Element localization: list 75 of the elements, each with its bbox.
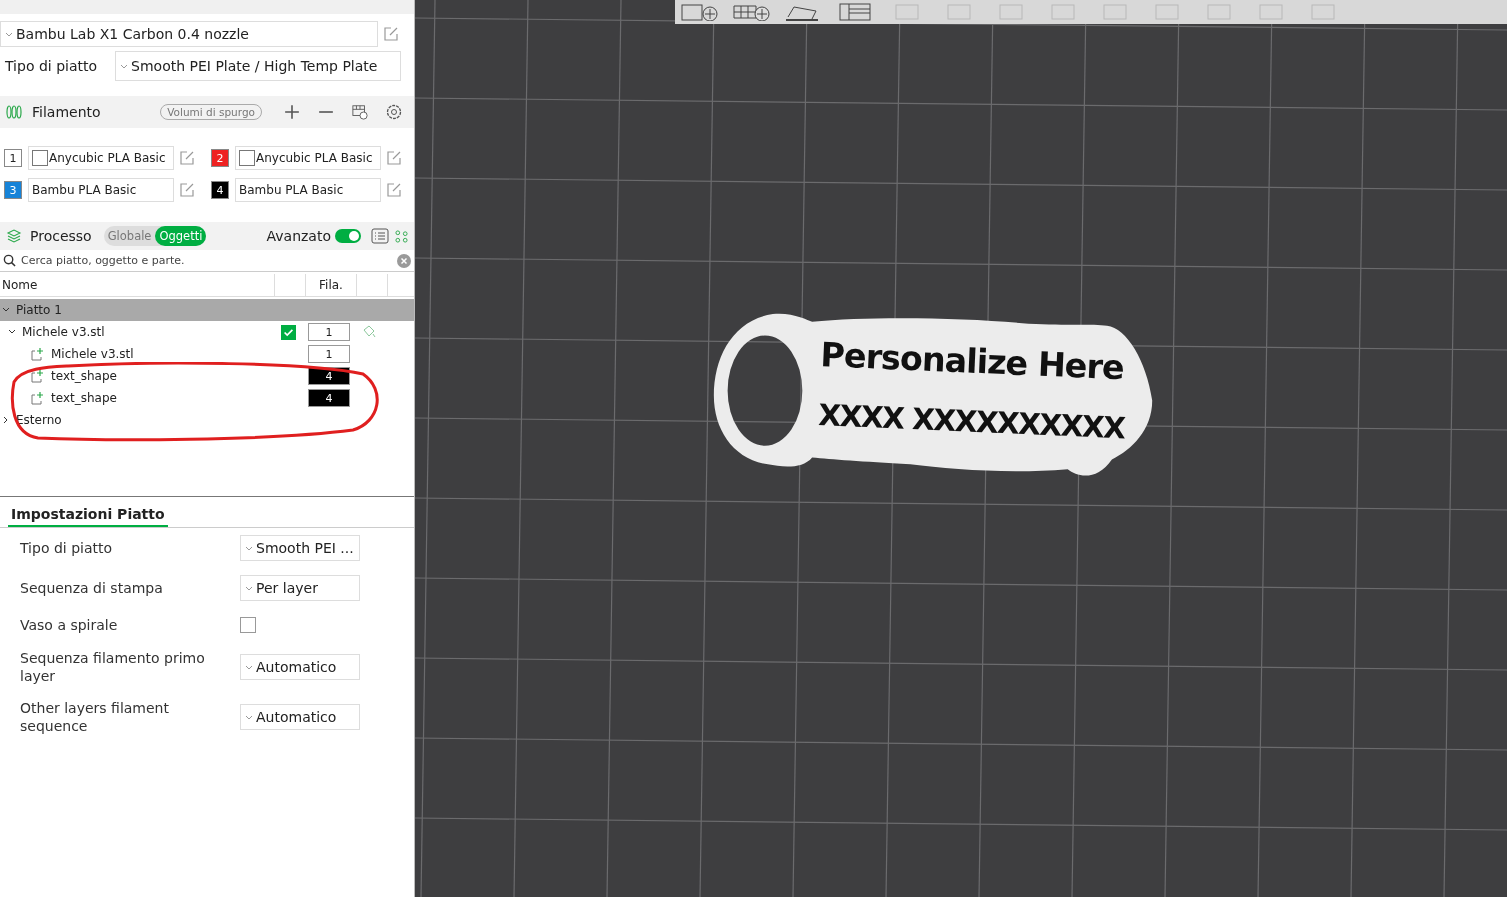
caret-icon: [2, 306, 10, 314]
nodes-icon[interactable]: [395, 229, 408, 243]
tree-label: Michele v3.stl: [22, 325, 105, 339]
grid-add-icon[interactable]: [731, 3, 773, 21]
color-swatch: [32, 150, 48, 166]
edit-icon[interactable]: [180, 183, 194, 197]
setting-checkbox[interactable]: [240, 617, 256, 633]
setting-select[interactable]: Automatico: [240, 704, 360, 730]
setting-label: Sequenza filamento primo layer: [20, 649, 206, 685]
advanced-label: Avanzato: [266, 228, 331, 244]
search-icon: [3, 254, 16, 267]
filament-cell[interactable]: 4: [308, 389, 350, 407]
tree-label: Michele v3.stl: [51, 347, 134, 361]
setting-label: Other layers filament sequence: [20, 699, 170, 735]
filament-select[interactable]: Bambu PLA Basic: [28, 178, 174, 202]
advanced-switch[interactable]: [335, 229, 361, 243]
filament-number: 4: [211, 181, 229, 199]
plate-type-select[interactable]: Smooth PEI Plate / High Temp Plate: [115, 51, 402, 81]
add-icon[interactable]: [284, 104, 300, 120]
part-icon: [31, 391, 45, 405]
setting-select[interactable]: Per layer: [240, 575, 360, 601]
add-plate-icon[interactable]: [679, 3, 721, 21]
filament-select[interactable]: Anycubic PLA Basic: [235, 146, 381, 170]
edit-icon[interactable]: [387, 183, 401, 197]
filament-select[interactable]: Bambu PLA Basic: [235, 178, 381, 202]
color-swatch: [239, 150, 255, 166]
filament-title: Filamento: [32, 104, 101, 120]
tree-row[interactable]: Piatto 1: [0, 299, 414, 321]
visible-checkbox[interactable]: [281, 324, 296, 340]
part-icon: [31, 369, 45, 383]
filament-cell[interactable]: 1: [308, 323, 350, 341]
tree-label: text_shape: [51, 391, 117, 405]
settings-tab[interactable]: Impostazioni Piatto: [8, 506, 168, 527]
plate-type-label: Tipo di piatto: [4, 58, 99, 74]
setting-label: Vaso a spirale: [20, 616, 119, 634]
column-header: Fila.: [306, 274, 357, 296]
filament-cell[interactable]: 1: [308, 345, 350, 363]
setting-label: Tipo di piatto: [20, 539, 114, 557]
edit-icon[interactable]: [384, 27, 398, 41]
setting-select[interactable]: Automatico: [240, 654, 360, 680]
filament-number: 2: [211, 149, 229, 167]
sync-icon[interactable]: [352, 104, 368, 120]
column-header: Nome: [0, 274, 275, 296]
settings-icon[interactable]: [386, 104, 402, 120]
process-title: Processo: [30, 228, 92, 244]
tree-row[interactable]: Esterno: [0, 409, 414, 431]
filament-select[interactable]: Anycubic PLA Basic: [28, 146, 174, 170]
filament-number: 3: [4, 181, 22, 199]
list-icon[interactable]: [371, 228, 389, 244]
chevron-icon: [245, 584, 253, 592]
layers-icon: [6, 229, 22, 243]
paint-bucket-icon[interactable]: [361, 324, 377, 340]
tree-label: Esterno: [16, 413, 62, 427]
printer-select[interactable]: Bambu Lab X1 Carbon 0.4 nozzle: [0, 21, 378, 47]
purge-volumes-button[interactable]: Volumi di spurgo: [160, 104, 262, 120]
clear-icon[interactable]: [397, 253, 411, 268]
chevron-icon: [5, 30, 13, 38]
filament-number: 1: [4, 149, 22, 167]
search-field[interactable]: Cerca piatto, oggetto e parte.: [21, 254, 392, 267]
part-icon: [31, 347, 45, 361]
chevron-icon: [120, 62, 129, 70]
model-text: Personalize Here: [819, 335, 1125, 388]
model-text: XXXX XXXXXXXXXX: [817, 398, 1126, 446]
tree-label: Piatto 1: [16, 303, 62, 317]
setting-select[interactable]: Smooth PEI ...: [240, 535, 360, 561]
edit-icon[interactable]: [387, 151, 401, 165]
filament-icon: [6, 105, 22, 119]
chevron-icon: [245, 544, 253, 552]
caret-icon: [2, 416, 10, 424]
edit-icon[interactable]: [180, 151, 194, 165]
chevron-icon: [245, 663, 253, 671]
tree-label: text_shape: [51, 369, 117, 383]
caret-icon[interactable]: [8, 328, 16, 336]
setting-label: Sequenza di stampa: [20, 579, 164, 597]
chevron-icon: [245, 713, 253, 721]
